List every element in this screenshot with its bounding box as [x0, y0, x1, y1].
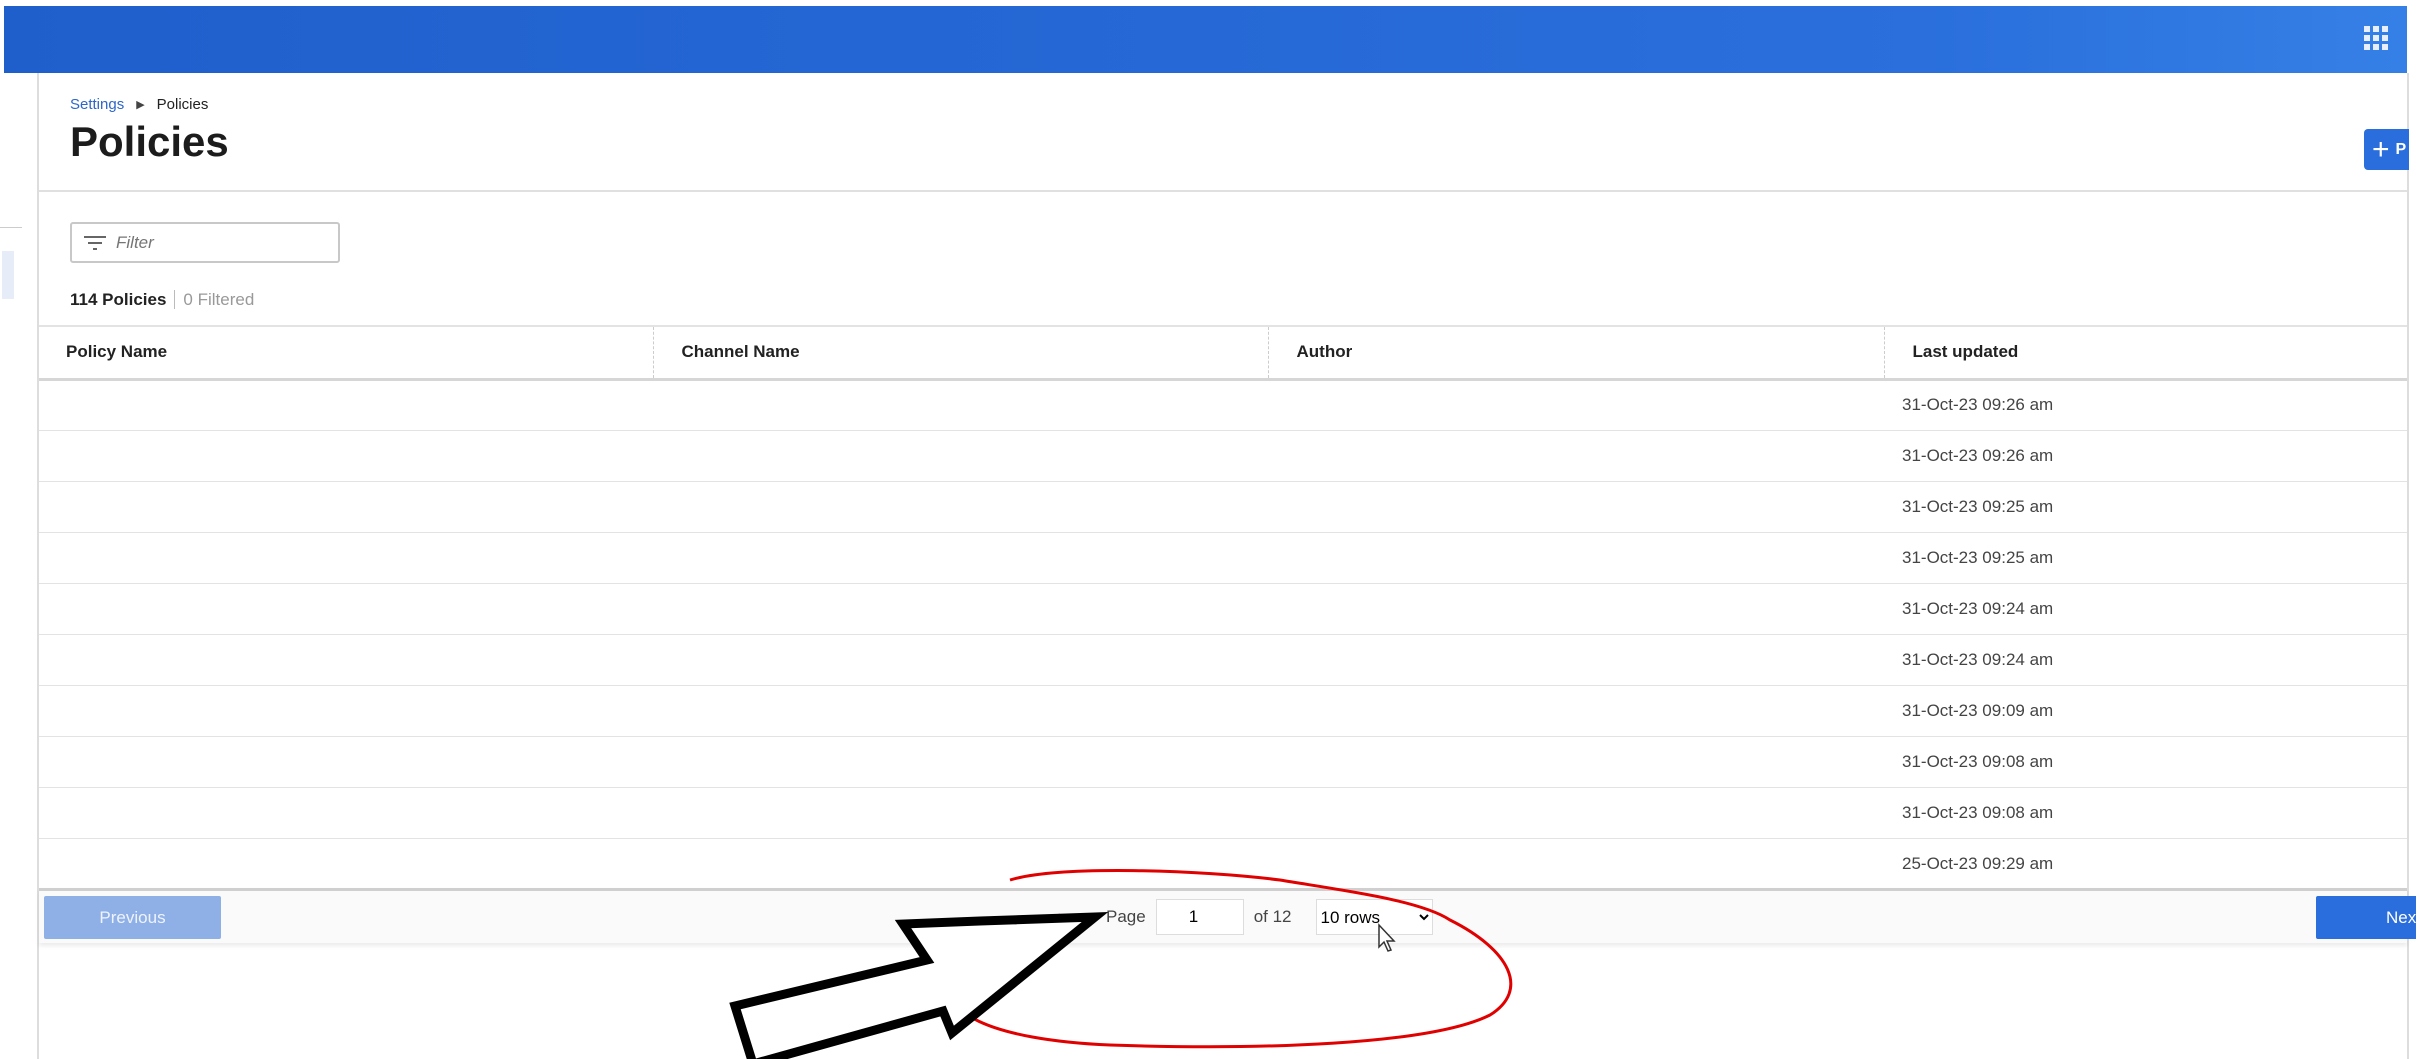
apps-grid-icon[interactable] [2364, 26, 2388, 50]
total-count: 114 Policies [70, 290, 167, 309]
policy-name-cell [39, 583, 653, 635]
table-row[interactable]: 31-Oct-23 09:24 am [39, 583, 2407, 635]
previous-button[interactable]: Previous [44, 896, 221, 939]
author-cell [1268, 583, 1884, 635]
plus-icon: + [2372, 132, 2390, 166]
table-row[interactable]: 31-Oct-23 09:09 am [39, 685, 2407, 737]
page-title: Policies [70, 118, 229, 165]
author-cell [1268, 481, 1884, 533]
last-updated-cell: 31-Oct-23 09:24 am [1884, 634, 2407, 686]
column-header-policy-name[interactable]: Policy Name [39, 325, 654, 381]
page-total: of 12 [1253, 907, 1292, 926]
table-row[interactable]: 31-Oct-23 09:26 am [39, 379, 2407, 431]
breadcrumb-settings-link[interactable]: Settings [70, 96, 124, 113]
last-updated-cell: 31-Oct-23 09:09 am [1884, 685, 2407, 737]
last-updated-cell: 31-Oct-23 09:25 am [1884, 481, 2407, 533]
table-row[interactable]: 31-Oct-23 09:26 am [39, 430, 2407, 482]
channel-name-cell [653, 481, 1268, 533]
author-cell [1268, 379, 1884, 431]
add-policy-label: P [2395, 140, 2407, 158]
table-row[interactable]: 31-Oct-23 09:25 am [39, 532, 2407, 584]
table-row[interactable]: 25-Oct-23 09:29 am [39, 838, 2407, 890]
channel-name-cell [653, 787, 1268, 839]
table-row[interactable]: 31-Oct-23 09:25 am [39, 481, 2407, 533]
policy-name-cell [39, 787, 653, 839]
page-number-input[interactable] [1155, 899, 1244, 935]
next-button[interactable]: Next [2316, 896, 2416, 939]
add-policy-button[interactable]: + P [2364, 129, 2409, 170]
last-updated-cell: 31-Oct-23 09:25 am [1884, 532, 2407, 584]
rows-per-page-select[interactable]: 10 rows [1315, 899, 1433, 935]
channel-name-cell [653, 583, 1268, 635]
header-divider [39, 190, 2407, 192]
breadcrumb-current: Policies [156, 96, 209, 113]
filter-input[interactable] [116, 232, 316, 253]
last-updated-cell: 31-Oct-23 09:26 am [1884, 430, 2407, 482]
channel-name-cell [653, 685, 1268, 737]
chevron-right-icon: ▶ [136, 99, 145, 111]
table-header-row: Policy Name Channel Name Author Last upd… [39, 325, 2407, 381]
page-controls: Page of 12 10 rows [1106, 897, 1433, 937]
channel-name-cell [653, 634, 1268, 686]
policy-name-cell [39, 685, 653, 737]
sidebar [0, 73, 39, 1059]
channel-name-cell [653, 430, 1268, 482]
policies-table: Policy Name Channel Name Author Last upd… [39, 325, 2407, 890]
pagination-bar: Previous Page of 12 10 rows Next [39, 888, 2416, 943]
filter-field[interactable] [70, 222, 340, 263]
author-cell [1268, 634, 1884, 686]
page-label: Page [1106, 907, 1146, 926]
policy-name-cell [39, 430, 653, 482]
author-cell [1268, 532, 1884, 584]
last-updated-cell: 31-Oct-23 09:26 am [1884, 379, 2407, 431]
filtered-count: 0 Filtered [174, 290, 255, 309]
policy-name-cell [39, 736, 653, 788]
channel-name-cell [653, 736, 1268, 788]
table-row[interactable]: 31-Oct-23 09:08 am [39, 787, 2407, 839]
policy-count: 114 Policies 0 Filtered [70, 290, 255, 310]
policy-name-cell [39, 481, 653, 533]
table-row[interactable]: 31-Oct-23 09:24 am [39, 634, 2407, 686]
column-header-channel-name[interactable]: Channel Name [653, 325, 1269, 381]
top-app-bar [4, 6, 2407, 73]
column-header-author[interactable]: Author [1268, 325, 1885, 381]
policy-name-cell [39, 532, 653, 584]
sidebar-selected-item[interactable] [2, 251, 14, 299]
breadcrumb: Settings ▶ Policies [70, 96, 208, 113]
author-cell [1268, 838, 1884, 890]
author-cell [1268, 685, 1884, 737]
last-updated-cell: 25-Oct-23 09:29 am [1884, 838, 2407, 890]
table-row[interactable]: 31-Oct-23 09:08 am [39, 736, 2407, 788]
channel-name-cell [653, 532, 1268, 584]
author-cell [1268, 736, 1884, 788]
channel-name-cell [653, 838, 1268, 890]
sidebar-divider [0, 227, 22, 228]
policy-name-cell [39, 838, 653, 890]
last-updated-cell: 31-Oct-23 09:08 am [1884, 736, 2407, 788]
filter-icon [84, 235, 106, 250]
last-updated-cell: 31-Oct-23 09:24 am [1884, 583, 2407, 635]
policy-name-cell [39, 379, 653, 431]
channel-name-cell [653, 379, 1268, 431]
column-header-last-updated[interactable]: Last updated [1884, 325, 2407, 381]
policy-name-cell [39, 634, 653, 686]
author-cell [1268, 430, 1884, 482]
author-cell [1268, 787, 1884, 839]
last-updated-cell: 31-Oct-23 09:08 am [1884, 787, 2407, 839]
